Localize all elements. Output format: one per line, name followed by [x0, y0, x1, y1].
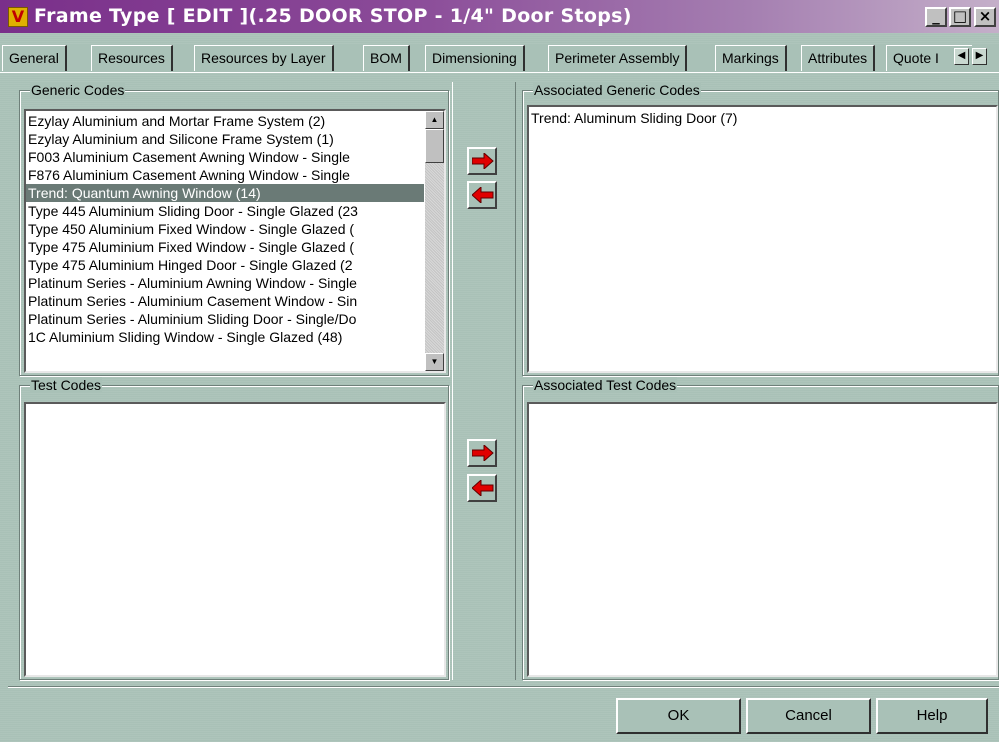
window-title: Frame Type [ EDIT ](.25 DOOR STOP - 1/4"… — [34, 5, 632, 27]
add-test-code-button[interactable] — [467, 439, 497, 467]
app-icon: V — [8, 7, 28, 27]
generic-codes-scrollbar[interactable]: ▲ ▼ — [425, 111, 444, 371]
list-item[interactable]: Type 450 Aluminium Fixed Window - Single… — [26, 220, 424, 238]
arrow-left-icon — [472, 187, 494, 203]
tab-resources[interactable]: Resources — [91, 45, 173, 71]
list-item[interactable]: F876 Aluminium Casement Awning Window - … — [26, 166, 424, 184]
list-item[interactable]: Platinum Series - Aluminium Awning Windo… — [26, 274, 424, 292]
title-bar[interactable]: V Frame Type [ EDIT ](.25 DOOR STOP - 1/… — [0, 0, 999, 33]
maximize-icon: □ — [952, 7, 968, 25]
tab-dimensioning[interactable]: Dimensioning — [425, 45, 525, 71]
associated-generic-codes-group: Associated Generic Codes Trend: Aluminum… — [522, 82, 999, 376]
tab-attributes[interactable]: Attributes — [801, 45, 876, 71]
arrow-left-icon — [472, 480, 494, 496]
test-codes-list[interactable] — [24, 402, 446, 677]
bottom-separator — [8, 686, 999, 688]
associated-test-codes-label: Associated Test Codes — [533, 377, 678, 393]
test-codes-group: Test Codes — [19, 377, 449, 680]
scroll-down-button[interactable]: ▼ — [425, 353, 444, 371]
remove-generic-code-button[interactable] — [467, 181, 497, 209]
add-generic-code-button[interactable] — [467, 147, 497, 175]
help-button[interactable]: Help — [876, 698, 988, 734]
cancel-button[interactable]: Cancel — [746, 698, 871, 734]
ok-button[interactable]: OK — [616, 698, 741, 734]
minimize-icon: _ — [932, 7, 940, 25]
list-item[interactable]: Type 475 Aluminium Hinged Door - Single … — [26, 256, 424, 274]
tab-scroll-right-button[interactable]: ▶ — [972, 48, 987, 65]
arrow-down-icon: ▼ — [430, 357, 439, 366]
associated-generic-codes-list[interactable]: Trend: Aluminum Sliding Door (7) — [527, 105, 998, 373]
associated-test-codes-group: Associated Test Codes — [522, 377, 999, 680]
remove-test-code-button[interactable] — [467, 474, 497, 502]
arrow-up-icon: ▲ — [430, 115, 439, 124]
tab-perimeter-assembly[interactable]: Perimeter Assembly — [548, 45, 688, 71]
maximize-button[interactable]: □ — [949, 7, 971, 27]
list-item[interactable]: Trend: Quantum Awning Window (14) — [26, 184, 424, 202]
arrow-right-icon — [472, 445, 494, 461]
list-item[interactable]: Type 475 Aluminium Fixed Window - Single… — [26, 238, 424, 256]
list-item[interactable]: Ezylay Aluminium and Mortar Frame System… — [26, 112, 424, 130]
tab-general[interactable]: General — [2, 45, 67, 71]
list-item[interactable]: Ezylay Aluminium and Silicone Frame Syst… — [26, 130, 424, 148]
frame-type-dialog: V Frame Type [ EDIT ](.25 DOOR STOP - 1/… — [0, 0, 999, 742]
list-item[interactable]: 1C Aluminium Sliding Window - Single Gla… — [26, 328, 424, 346]
list-item[interactable]: Platinum Series - Aluminium Sliding Door… — [26, 310, 424, 328]
generic-codes-list[interactable]: Ezylay Aluminium and Mortar Frame System… — [24, 109, 446, 373]
list-item[interactable]: Trend: Aluminum Sliding Door (7) — [529, 109, 996, 127]
tab-resources-by-layer[interactable]: Resources by Layer — [194, 45, 334, 71]
tab-strip: General Resources Resources by Layer BOM… — [0, 45, 999, 73]
list-item[interactable]: Platinum Series - Aluminium Casement Win… — [26, 292, 424, 310]
list-item[interactable]: F003 Aluminium Casement Awning Window - … — [26, 148, 424, 166]
arrow-right-icon — [472, 153, 494, 169]
tab-markings[interactable]: Markings — [715, 45, 787, 71]
arrow-left-icon: ◀ — [957, 50, 966, 61]
generic-codes-label: Generic Codes — [30, 82, 126, 98]
generic-codes-group: Generic Codes Ezylay Aluminium and Morta… — [19, 82, 449, 376]
tab-divider — [0, 72, 999, 73]
tab-bom[interactable]: BOM — [363, 45, 410, 71]
test-codes-label: Test Codes — [30, 377, 103, 393]
list-item[interactable]: Type 445 Aluminium Sliding Door - Single… — [26, 202, 424, 220]
associated-generic-codes-label: Associated Generic Codes — [533, 82, 701, 98]
close-button[interactable]: × — [974, 7, 996, 27]
arrow-right-icon: ▶ — [975, 50, 984, 61]
tab-scroll-left-button[interactable]: ◀ — [954, 48, 969, 65]
close-icon: × — [978, 7, 992, 25]
scroll-up-button[interactable]: ▲ — [425, 111, 444, 129]
minimize-button[interactable]: _ — [925, 7, 947, 27]
scroll-thumb[interactable] — [425, 129, 444, 163]
associated-test-codes-list[interactable] — [527, 402, 998, 677]
